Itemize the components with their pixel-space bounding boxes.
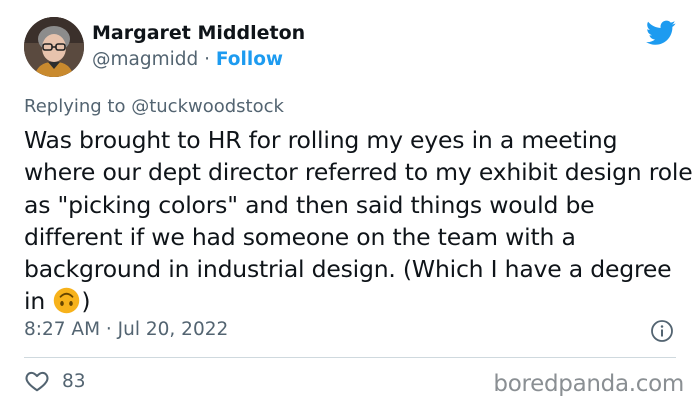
replying-to: Replying to @tuckwoodstock — [24, 96, 284, 117]
tweet-body: Was brought to HR for rolling my eyes in… — [24, 126, 693, 316]
twitter-bird-icon[interactable] — [646, 20, 676, 46]
upside-down-face-emoji — [54, 288, 80, 314]
handle-separator: · — [204, 49, 211, 70]
author-name[interactable]: Margaret Middleton — [92, 22, 305, 44]
avatar[interactable] — [24, 17, 84, 77]
info-icon[interactable] — [650, 319, 674, 343]
like-button[interactable]: 83 — [24, 368, 86, 394]
author-handle-line: @magmidd · Follow — [92, 49, 283, 70]
tweet-text: Was brought to HR for rolling my eyes in… — [24, 124, 694, 318]
watermark: boredpanda.com — [493, 371, 684, 397]
heart-icon — [25, 371, 49, 392]
tweet-text-end: ) — [81, 287, 91, 316]
replying-prefix: Replying to — [24, 96, 126, 117]
author-handle[interactable]: @magmidd — [92, 49, 198, 70]
avatar-photo — [24, 17, 84, 77]
follow-button[interactable]: Follow — [216, 49, 283, 70]
reply-mention-link[interactable]: @tuckwoodstock — [131, 96, 284, 117]
tweet-timestamp[interactable]: 8:27 AM · Jul 20, 2022 — [24, 319, 228, 340]
divider — [24, 357, 676, 358]
like-count: 83 — [62, 370, 86, 392]
